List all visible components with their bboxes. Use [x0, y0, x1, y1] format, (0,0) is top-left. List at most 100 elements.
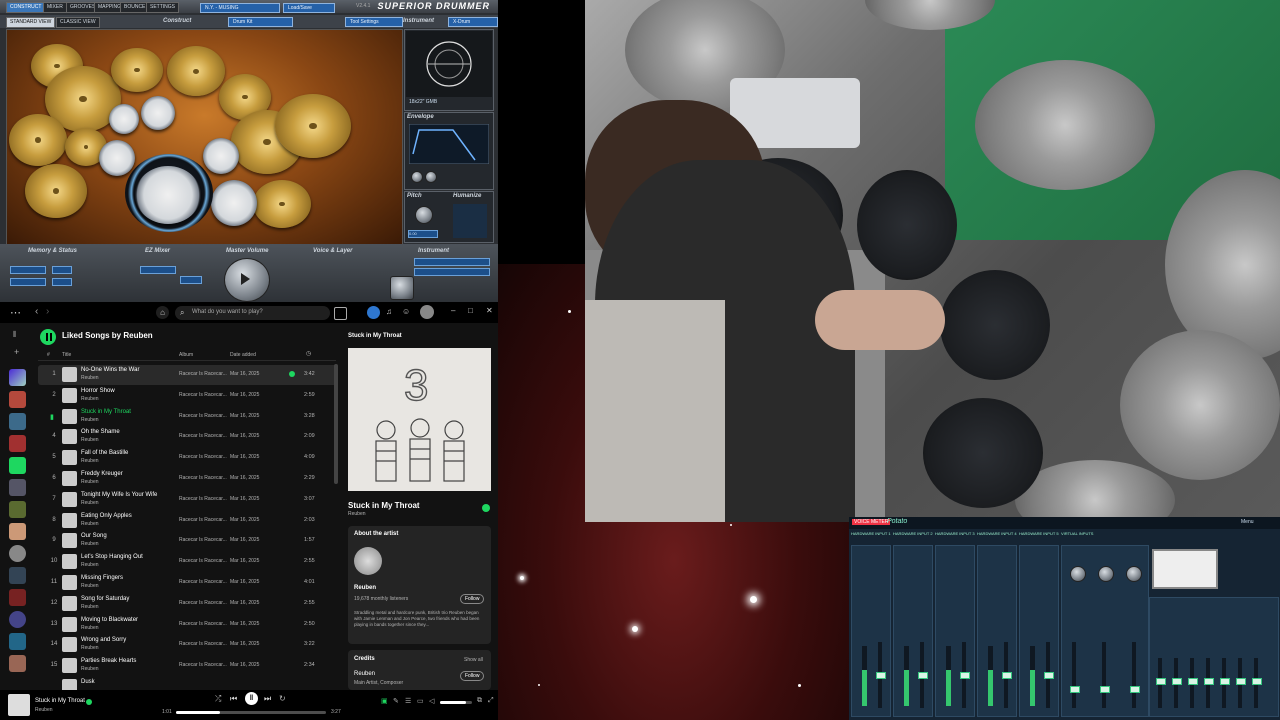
- track-title[interactable]: Tonight My Wife Is Your Wife: [81, 492, 157, 498]
- eq-knob[interactable]: [1070, 566, 1086, 582]
- track-album[interactable]: Racecar Is Racecar...: [179, 475, 227, 481]
- fader-cap[interactable]: [1130, 686, 1140, 693]
- add-icon[interactable]: +: [14, 347, 19, 357]
- standard-view-tab[interactable]: STANDARD VIEW: [6, 17, 56, 28]
- floor-tom[interactable]: [211, 180, 257, 226]
- track-album[interactable]: Racecar Is Racecar...: [179, 641, 227, 647]
- track-artist[interactable]: Reuben: [81, 625, 99, 631]
- track-album[interactable]: Racecar Is Racecar...: [179, 662, 227, 668]
- track-artist[interactable]: Reuben: [81, 604, 99, 610]
- table-row[interactable]: 14 Wrong and Sorry Reuben Racecar Is Raceca…: [38, 635, 338, 655]
- track-title[interactable]: Wrong and Sorry: [81, 637, 126, 643]
- track-album[interactable]: Racecar Is Racecar...: [179, 413, 227, 419]
- snare[interactable]: [99, 140, 135, 176]
- tab-settings[interactable]: SETTINGS: [146, 2, 180, 13]
- miniplayer-icon[interactable]: ⧉: [477, 697, 482, 705]
- track-title[interactable]: Parties Break Hearts: [81, 658, 136, 664]
- liked-check-icon[interactable]: [289, 371, 295, 377]
- tab-mixer[interactable]: MIXER: [43, 2, 67, 13]
- track-artist[interactable]: Reuben: [81, 396, 99, 402]
- mixer-led[interactable]: [140, 266, 176, 274]
- player-artist[interactable]: Reuben: [35, 707, 53, 713]
- track-title[interactable]: Our Song: [81, 533, 107, 539]
- lyrics-icon[interactable]: ✎: [393, 697, 399, 705]
- avatar[interactable]: [420, 305, 434, 319]
- track-album[interactable]: Racecar Is Racecar...: [179, 537, 227, 543]
- playlist-thumb[interactable]: [9, 523, 26, 540]
- track-artist[interactable]: Reuben: [81, 500, 99, 506]
- table-row[interactable]: 4 Oh the Shame Reuben Racecar Is Racecar...…: [38, 427, 338, 447]
- track-artist[interactable]: Reuben: [81, 583, 99, 589]
- track-title[interactable]: Moving to Blackwater: [81, 617, 138, 623]
- track-album[interactable]: Racecar Is Racecar...: [179, 392, 227, 398]
- bell-icon[interactable]: ♫: [386, 307, 392, 316]
- eq-knob[interactable]: [1126, 566, 1142, 582]
- track-album[interactable]: Racecar Is Racecar...: [179, 517, 227, 523]
- envelope-knob[interactable]: [425, 171, 437, 183]
- back-icon[interactable]: ‹: [35, 306, 38, 317]
- track-artist[interactable]: Reuben: [81, 666, 99, 672]
- col-title[interactable]: Title: [62, 352, 71, 358]
- follow-button[interactable]: Follow: [460, 594, 485, 604]
- artist-thumb[interactable]: [9, 611, 26, 628]
- track-album[interactable]: Racecar Is Racecar...: [179, 558, 227, 564]
- player-title[interactable]: Stuck in My Throat: [35, 698, 85, 704]
- about-artist-card[interactable]: About the artist Reuben 19,678 monthly l…: [348, 526, 491, 644]
- fader-cap[interactable]: [1070, 686, 1080, 693]
- fader-track[interactable]: [1072, 642, 1076, 708]
- track-artist[interactable]: Reuben: [81, 437, 99, 443]
- progress-bar[interactable]: [176, 711, 326, 714]
- artist-name[interactable]: Reuben: [354, 585, 376, 591]
- credit-follow-button[interactable]: Follow: [460, 671, 485, 681]
- playlist-thumb[interactable]: [9, 655, 26, 672]
- minimize-icon[interactable]: –: [451, 306, 455, 315]
- cymbal[interactable]: [275, 94, 351, 158]
- bus-fader-cap[interactable]: [1204, 678, 1214, 685]
- track-title[interactable]: Dusk: [81, 679, 95, 685]
- song-title[interactable]: Stuck in My Throat: [348, 501, 420, 510]
- liked-check-icon[interactable]: [482, 504, 490, 512]
- track-album[interactable]: Racecar Is Racecar...: [179, 600, 227, 606]
- shuffle-icon[interactable]: ⤮: [215, 694, 221, 704]
- cymbal[interactable]: [253, 180, 311, 228]
- preset-dropdown[interactable]: N.Y. - MUSING: [200, 3, 280, 13]
- liked-icon[interactable]: [86, 699, 92, 705]
- track-artist[interactable]: Reuben: [81, 521, 99, 527]
- mixer-led[interactable]: [180, 276, 202, 284]
- playlist-thumb[interactable]: [9, 589, 26, 606]
- track-album[interactable]: Racecar Is Racecar...: [179, 579, 227, 585]
- table-row[interactable]: 12 Song for Saturday Reuben Racecar Is Race…: [38, 594, 338, 614]
- now-playing-view-icon[interactable]: ▣: [381, 697, 388, 705]
- playlist-thumb[interactable]: [9, 479, 26, 496]
- drumkit-dropdown[interactable]: Drum Kit: [228, 17, 293, 27]
- track-title[interactable]: Stuck in My Throat: [81, 409, 131, 415]
- table-row[interactable]: 11 Missing Fingers Reuben Racecar Is Raceca…: [38, 573, 338, 593]
- bus-fader-cap[interactable]: [1236, 678, 1246, 685]
- fader-cap[interactable]: [960, 672, 970, 679]
- premium-icon[interactable]: [367, 306, 380, 319]
- friends-icon[interactable]: ☺: [402, 307, 410, 316]
- pause-button[interactable]: ‖: [245, 692, 258, 705]
- track-artist[interactable]: Reuben: [81, 562, 99, 568]
- track-title[interactable]: Fall of the Bastille: [81, 450, 128, 456]
- track-title[interactable]: Eating Only Apples: [81, 513, 132, 519]
- bus-fader-cap[interactable]: [1156, 678, 1166, 685]
- track-artist[interactable]: Reuben: [81, 458, 99, 464]
- track-title[interactable]: Song for Saturday: [81, 596, 129, 602]
- search-box[interactable]: ⌕ What do you want to play?: [175, 306, 330, 320]
- track-artist[interactable]: Reuben: [81, 375, 99, 381]
- cymbal[interactable]: [167, 46, 225, 96]
- bus-fader-cap[interactable]: [1172, 678, 1182, 685]
- credit-name[interactable]: Reuben: [354, 671, 375, 677]
- bus-fader-cap[interactable]: [1188, 678, 1198, 685]
- table-row[interactable]: 13 Moving to Blackwater Reuben Racecar Is R…: [38, 615, 338, 635]
- fader-cap[interactable]: [1002, 672, 1012, 679]
- fader-cap[interactable]: [918, 672, 928, 679]
- cymbal[interactable]: [25, 164, 87, 218]
- library-icon[interactable]: ⦀: [13, 330, 17, 340]
- tab-bounce[interactable]: BOUNCE: [120, 2, 150, 13]
- track-album[interactable]: Racecar Is Racecar...: [179, 621, 227, 627]
- song-artist[interactable]: Reuben: [348, 511, 366, 517]
- playlist-thumb[interactable]: [9, 567, 26, 584]
- play-button[interactable]: [40, 329, 56, 345]
